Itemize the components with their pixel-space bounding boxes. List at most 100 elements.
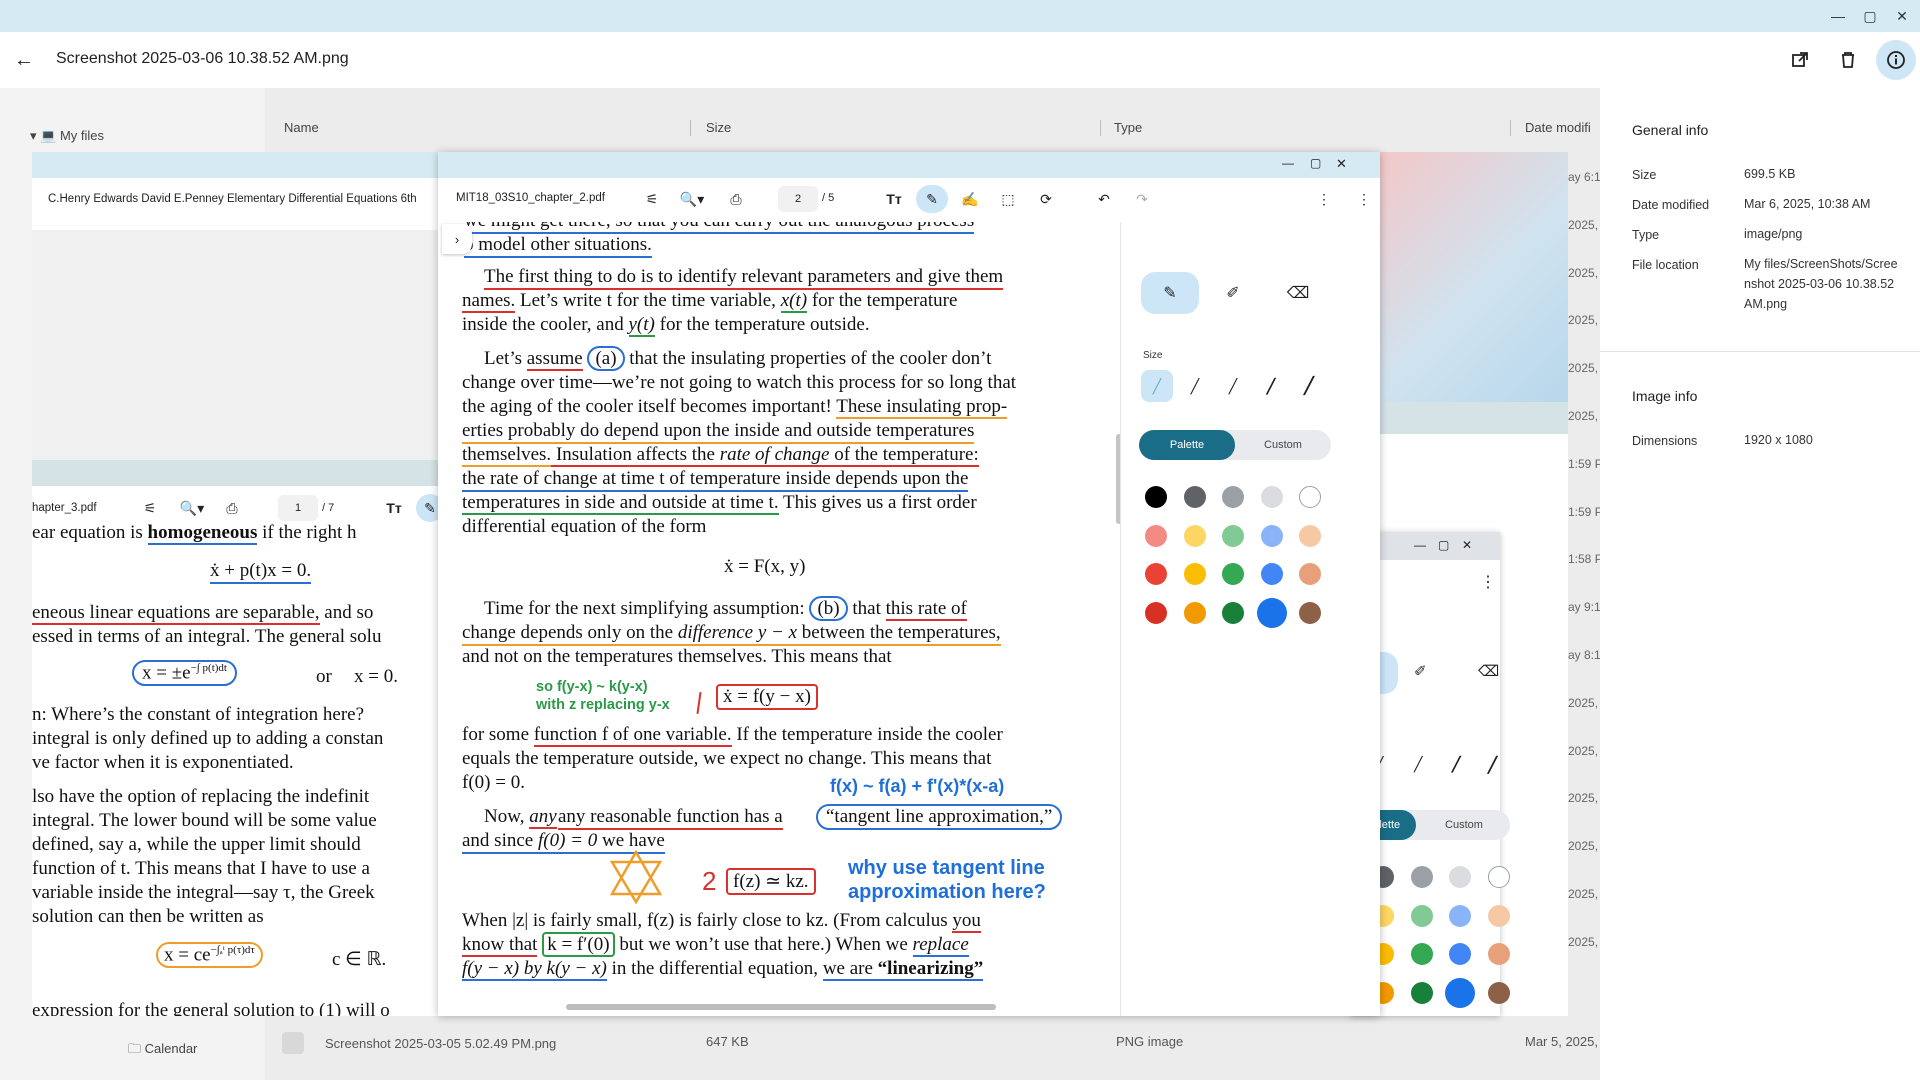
custom-tab[interactable]: Custom [1235,430,1331,460]
color-swatch[interactable] [1183,601,1206,624]
color-swatch[interactable] [1445,977,1475,1008]
signature-icon[interactable]: ✍ [956,185,984,213]
size-option[interactable]: ╱ [1217,370,1249,402]
size-option[interactable]: ╱ [1141,370,1173,402]
chevron-right-icon[interactable]: › [442,224,472,254]
color-swatch[interactable] [1183,563,1206,585]
more-menu-icon[interactable]: ⋮ [1350,185,1378,213]
info-value: My files/ScreenShots/Screenshot 2025-03-… [1744,257,1898,311]
color-swatch[interactable] [1487,866,1510,888]
horizontal-scrollbar[interactable] [566,1004,996,1010]
more-menu-icon[interactable]: ⋮ [1310,185,1338,213]
color-swatch[interactable] [1449,943,1471,965]
zoom-icon[interactable]: 🔍▾ [174,494,210,522]
info-icon[interactable] [1876,40,1916,80]
color-swatch[interactable] [1299,601,1321,624]
size-option[interactable]: ╱ [1255,370,1287,402]
zoom-icon[interactable]: 🔍▾ [674,185,710,213]
text-icon[interactable]: Tт [880,185,908,213]
color-swatch[interactable] [1299,563,1321,585]
pdf-text: we might get there, so that you can carr… [464,222,975,234]
color-swatch[interactable] [1260,524,1283,547]
select-area-icon[interactable]: ⬚ [994,185,1022,213]
minimize-icon[interactable]: — [1826,6,1850,26]
color-swatch[interactable] [1299,524,1321,547]
more-menu-icon[interactable]: ⋮ [1480,572,1496,592]
color-swatch[interactable] [1183,486,1206,508]
eraser-icon[interactable]: ⌫ [1271,272,1325,314]
annotate-pen-icon[interactable]: ✎ [916,185,948,213]
palette-tab[interactable]: Palette [1139,430,1235,460]
eraser-icon[interactable]: ⌫ [1478,662,1499,680]
size-option[interactable]: ╱ [1414,756,1422,773]
color-swatch[interactable] [1222,563,1244,585]
minimize-icon[interactable]: — [1414,538,1426,552]
minimize-icon[interactable]: — [1282,156,1294,170]
pen-tool-icon[interactable]: ✎ [1141,272,1199,314]
left-pdf-window: hapter_3.pdf ⚟ 🔍▾ ⎙ 1 / 7 Tт ✎ ear equat… [32,486,442,1016]
custom-tab[interactable]: Custom [1424,810,1504,840]
close-icon[interactable]: ✕ [1890,6,1914,26]
maximize-icon[interactable]: ▢ [1310,156,1321,170]
redo-icon[interactable]: ↷ [1128,185,1156,213]
sidebar-item-my-files[interactable]: ▾ 💻 My files [30,128,104,144]
trash-icon[interactable] [1834,46,1862,74]
color-swatch[interactable] [1145,563,1167,585]
color-swatch[interactable] [1260,486,1283,508]
pdf-text: Insulation affects the [551,444,720,465]
color-swatch[interactable] [1183,524,1206,547]
rotate-icon[interactable]: ⟳ [1032,185,1060,213]
color-swatch[interactable] [1260,563,1283,585]
color-swatch[interactable] [1449,866,1471,888]
page-number-field[interactable]: 1 [278,495,318,521]
color-swatch[interactable] [1222,486,1244,508]
highlighter-icon[interactable]: ✐ [1414,662,1427,680]
share-icon[interactable]: ⚟ [638,185,666,213]
maximize-icon[interactable]: ▢ [1858,6,1882,26]
highlighter-icon[interactable]: ✐ [1206,272,1260,314]
color-swatch[interactable] [1487,904,1510,927]
open-external-icon[interactable] [1786,46,1814,74]
color-swatch[interactable] [1222,601,1244,624]
color-swatch[interactable] [1299,486,1321,508]
size-option[interactable]: ╱ [1488,756,1497,774]
file-row-name[interactable]: Screenshot 2025-03-05 5.02.49 PM.png [325,1036,556,1051]
column-date[interactable]: Date modifi [1525,120,1591,135]
undo-icon[interactable]: ↶ [1090,185,1118,213]
color-swatch[interactable] [1256,597,1287,628]
color-swatch[interactable] [1410,981,1433,1004]
print-icon[interactable]: ⎙ [218,494,246,522]
size-option[interactable]: ╱ [1452,756,1460,773]
column-type[interactable]: Type [1114,120,1142,135]
color-swatch[interactable] [1410,943,1433,965]
column-size[interactable]: Size [706,120,731,135]
close-icon[interactable]: ✕ [1462,538,1472,552]
color-swatch[interactable] [1145,524,1167,547]
pdf-text: f(y − x) by k(y − x) [462,958,607,981]
color-swatch[interactable] [1410,904,1433,927]
page-number-field[interactable]: 2 [778,186,818,212]
maximize-icon[interactable]: ▢ [1438,538,1449,552]
color-swatch[interactable] [1410,866,1433,888]
print-icon[interactable]: ⎙ [722,185,750,213]
color-swatch[interactable] [1222,524,1244,547]
color-swatch[interactable] [1487,981,1510,1004]
left-pdf-filename: hapter_3.pdf [32,502,97,514]
color-swatch[interactable] [1145,601,1167,624]
color-swatch[interactable] [1487,943,1510,965]
color-swatch[interactable] [1145,486,1167,508]
column-name[interactable]: Name [284,120,319,135]
text-icon[interactable]: Tт [380,494,408,522]
close-icon[interactable]: ✕ [1336,156,1347,172]
size-option[interactable]: ╱ [1293,370,1325,402]
pdf-text: temperatures in side and outside at time… [462,492,779,515]
share-icon[interactable]: ⚟ [136,494,164,522]
size-option[interactable]: ╱ [1179,370,1211,402]
pdf-text: replace [912,934,969,957]
main-pdf-window: — ▢ ✕ MIT18_03S10_chapter_2.pdf ⚟ 🔍▾ ⎙ 2… [438,152,1380,1016]
pdf-text: −∫ p(t)dt [190,662,227,674]
sidebar-item-calendar[interactable]: 🗀 Calendar [128,1040,197,1062]
pdf-text: rate of change [719,444,830,465]
back-arrow-icon[interactable]: ← [10,46,38,74]
color-swatch[interactable] [1449,904,1471,927]
